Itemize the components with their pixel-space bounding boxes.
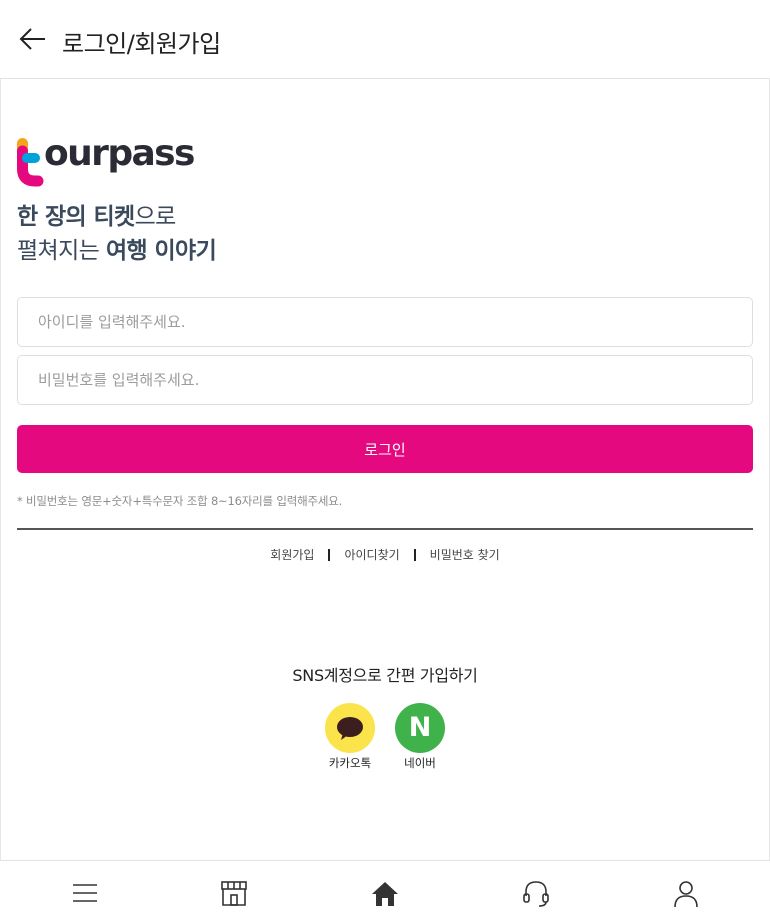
back-button[interactable]	[16, 22, 50, 56]
bottom-navigation	[0, 860, 770, 924]
tagline-bold-1: 한 장의 티켓	[17, 204, 135, 230]
login-button[interactable]: 로그인	[17, 425, 753, 473]
store-icon	[221, 881, 247, 906]
password-hint: * 비밀번호는 영문+숫자+특수문자 조합 8~16자리를 입력해주세요.	[17, 494, 343, 508]
page-title: 로그인/회원가입	[62, 30, 221, 58]
user-icon	[674, 881, 698, 908]
home-icon	[372, 882, 398, 906]
menu-button[interactable]	[70, 879, 100, 909]
id-input[interactable]	[17, 297, 753, 347]
top-header: 로그인/회원가입	[0, 0, 770, 79]
tourpass-logo: ourpass	[16, 133, 195, 187]
kakao-label: 카카오톡	[328, 756, 372, 770]
my-page-button[interactable]	[671, 879, 701, 909]
find-id-link[interactable]: 아이디찾기	[330, 546, 413, 563]
tagline-line-2: 펼쳐지는 여행 이야기	[17, 234, 217, 268]
tagline-line-1: 한 장의 티켓으로	[17, 200, 216, 234]
naver-letter: N	[408, 712, 432, 743]
tagline-text-2: 펼쳐지는	[17, 238, 106, 264]
divider	[17, 528, 753, 530]
sns-title: SNS계정으로 간편 가입하기	[292, 666, 478, 685]
headset-icon	[523, 881, 549, 907]
find-password-link[interactable]: 비밀번호 찾기	[416, 546, 514, 563]
menu-icon	[73, 884, 97, 902]
support-button[interactable]	[521, 879, 551, 909]
naver-label: 네이버	[404, 756, 436, 770]
account-links: 회원가입 아이디찾기 비밀번호 찾기	[0, 546, 770, 563]
store-button[interactable]	[219, 879, 249, 909]
tagline-text-1: 으로	[134, 204, 177, 230]
kakao-login-button[interactable]: 카카오톡	[322, 703, 378, 771]
naver-icon: N	[395, 703, 445, 753]
password-input[interactable]	[17, 355, 753, 405]
tagline-bold-2: 여행 이야기	[105, 238, 217, 264]
signup-link[interactable]: 회원가입	[256, 546, 328, 563]
logo-text: ourpass	[44, 133, 195, 174]
tagline: 한 장의 티켓으로 펼쳐지는 여행 이야기	[17, 200, 217, 268]
naver-login-button[interactable]: N 네이버	[392, 703, 448, 771]
kakao-icon	[325, 703, 375, 753]
home-button[interactable]	[370, 879, 400, 909]
arrow-left-icon	[19, 28, 45, 50]
